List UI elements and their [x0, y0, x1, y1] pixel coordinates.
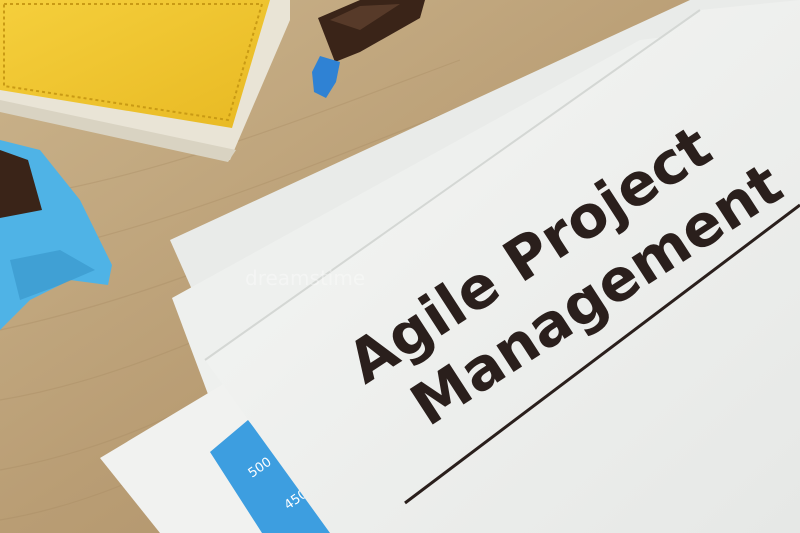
scene-svg: 500 450 Agile Project Management dreamst… — [0, 0, 800, 533]
watermark-text: dreamstime — [245, 266, 365, 290]
photo-scene: 500 450 Agile Project Management dreamst… — [0, 0, 800, 533]
